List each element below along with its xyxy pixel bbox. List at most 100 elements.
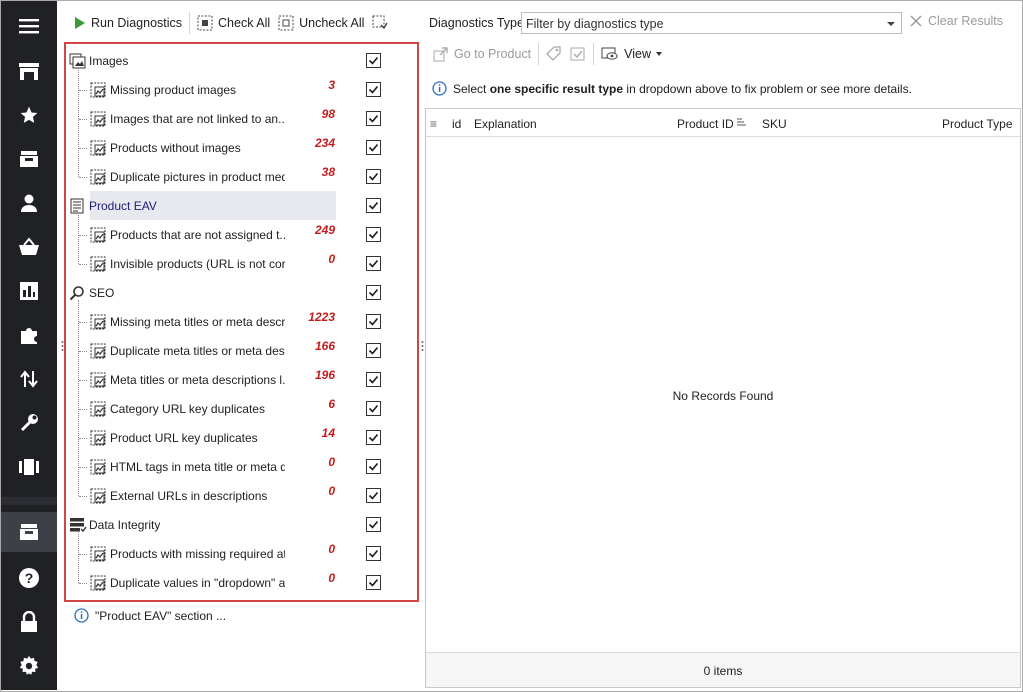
tag-button[interactable] [542, 41, 566, 67]
tree-item[interactable]: Images that are not linked to an... 98 [66, 104, 417, 133]
inbox-icon[interactable] [1, 139, 57, 179]
items-count: 0 items [703, 664, 743, 678]
tree-item[interactable]: Invisible products (URL is not cor... 0 [66, 249, 417, 278]
carousel-icon[interactable] [1, 447, 57, 487]
lock-icon[interactable] [1, 602, 57, 642]
tree-checkbox[interactable] [366, 575, 381, 590]
tree-checkbox[interactable] [366, 198, 381, 213]
issue-count: 38 [321, 165, 335, 179]
tree-checkbox[interactable] [366, 517, 381, 532]
wrench-icon[interactable] [1, 403, 57, 443]
meta-length-icon [90, 372, 106, 388]
puzzle-icon[interactable] [1, 315, 57, 355]
column-header-sku[interactable]: SKU [762, 117, 787, 131]
tree-item[interactable]: Product URL key duplicates 14 [66, 423, 417, 452]
tree-checkbox[interactable] [366, 546, 381, 561]
tree-item[interactable]: External URLs in descriptions 0 [66, 481, 417, 510]
tree-group[interactable]: SEO [66, 278, 417, 307]
tree-checkbox[interactable] [366, 169, 381, 184]
basket-icon[interactable] [1, 227, 57, 267]
tree-checkbox[interactable] [366, 488, 381, 503]
transfer-icon[interactable] [1, 359, 57, 399]
view-menu-button[interactable]: View [597, 41, 666, 67]
menu-icon[interactable] [1, 6, 57, 46]
tree-label: SEO [89, 286, 115, 300]
image-unlinked-icon [90, 111, 106, 127]
issue-count: 249 [314, 223, 335, 237]
row-handle-icon[interactable]: ≡ [430, 117, 437, 131]
tree-group[interactable]: Product EAV [66, 191, 417, 220]
go-to-product-label: Go to Product [454, 47, 532, 61]
go-to-product-button[interactable]: Go to Product [429, 41, 535, 67]
tree-item[interactable]: Products with missing required at... 0 [66, 539, 417, 568]
tree-group[interactable]: Images [66, 46, 417, 75]
tree-item[interactable]: HTML tags in meta title or meta d... 0 [66, 452, 417, 481]
apply-fix-button[interactable] [566, 41, 590, 67]
check-all-button[interactable]: Check All [193, 10, 274, 36]
tree-checkbox[interactable] [366, 111, 381, 126]
clear-results-button[interactable]: Clear Results [910, 14, 1003, 28]
tree-item[interactable]: Products that are not assigned t... 249 [66, 220, 417, 249]
tree-checkbox[interactable] [366, 285, 381, 300]
issue-count: 0 [328, 542, 335, 556]
tree-item[interactable]: Missing meta titles or meta descri... 122… [66, 307, 417, 336]
tree-checkbox[interactable] [366, 53, 381, 68]
tree-label: Product EAV [89, 199, 157, 213]
tree-item[interactable]: Duplicate values in "dropdown" a... 0 [66, 568, 417, 597]
empty-state-text: No Records Found [672, 389, 774, 403]
diagnostics-type-label: Diagnostics Type [429, 16, 524, 30]
gear-icon[interactable] [1, 646, 57, 686]
diagnostics-icon[interactable] [1, 512, 57, 552]
column-header-product-id[interactable]: Product ID [677, 117, 734, 131]
tree-group[interactable]: Data Integrity [66, 510, 417, 539]
help-icon[interactable]: ? [1, 558, 57, 598]
results-toolbar: Go to Product View [429, 42, 666, 66]
tree-item[interactable]: Category URL key duplicates 6 [66, 394, 417, 423]
tree-item[interactable]: Duplicate meta titles or meta des... 166 [66, 336, 417, 365]
tree-item[interactable]: Products without images 234 [66, 133, 417, 162]
sidebar-divider [1, 497, 57, 505]
go-to-product-icon [433, 47, 448, 62]
column-header-id[interactable]: id [452, 117, 461, 131]
column-header-product-type[interactable]: Product Type [942, 117, 1013, 131]
star-icon[interactable] [1, 95, 57, 135]
uncheck-all-button[interactable]: Uncheck All [274, 10, 368, 36]
tree-checkbox[interactable] [366, 256, 381, 271]
issue-count: 14 [321, 426, 335, 440]
sort-icon[interactable] [736, 116, 746, 130]
tree-checkbox[interactable] [366, 372, 381, 387]
chevron-down-icon[interactable] [887, 22, 895, 26]
user-icon[interactable] [1, 183, 57, 223]
svg-text:?: ? [25, 570, 34, 586]
tree-checkbox[interactable] [366, 227, 381, 242]
middle-splitter[interactable] [421, 340, 424, 355]
issue-count: 234 [314, 136, 335, 150]
toolbar-separator [593, 43, 595, 65]
info-text: Select one specific result type in dropd… [453, 82, 912, 96]
left-toolbar: Run Diagnostics Check All Uncheck All [70, 8, 392, 38]
tree-item[interactable]: Duplicate pictures in product med... 38 [66, 162, 417, 191]
tree-checkbox[interactable] [366, 140, 381, 155]
chart-icon[interactable] [1, 271, 57, 311]
uncheck-all-icon [278, 15, 294, 31]
image-missing-icon [90, 140, 106, 156]
run-diagnostics-button[interactable]: Run Diagnostics [70, 10, 186, 36]
tree-label: Images that are not linked to an... [110, 112, 285, 126]
tree-item[interactable]: Meta titles or meta descriptions l... 196 [66, 365, 417, 394]
store-icon[interactable] [1, 51, 57, 91]
close-icon [910, 15, 922, 27]
tree-checkbox[interactable] [366, 430, 381, 445]
tree-label: Missing product images [110, 83, 237, 97]
diagnostics-type-select[interactable]: Filter by diagnostics type [521, 12, 902, 34]
column-header-explanation[interactable]: Explanation [474, 117, 537, 131]
product-unassigned-icon [90, 227, 106, 243]
tree-checkbox[interactable] [366, 343, 381, 358]
tree-item[interactable]: Missing product images 3 [66, 75, 417, 104]
tree-checkbox[interactable] [366, 459, 381, 474]
left-splitter[interactable] [61, 340, 64, 355]
grid-header: ≡ id Explanation Product ID SKU Product … [426, 109, 1020, 137]
tree-checkbox[interactable] [366, 314, 381, 329]
expand-collapse-button[interactable] [368, 10, 392, 36]
tree-checkbox[interactable] [366, 401, 381, 416]
tree-checkbox[interactable] [366, 82, 381, 97]
